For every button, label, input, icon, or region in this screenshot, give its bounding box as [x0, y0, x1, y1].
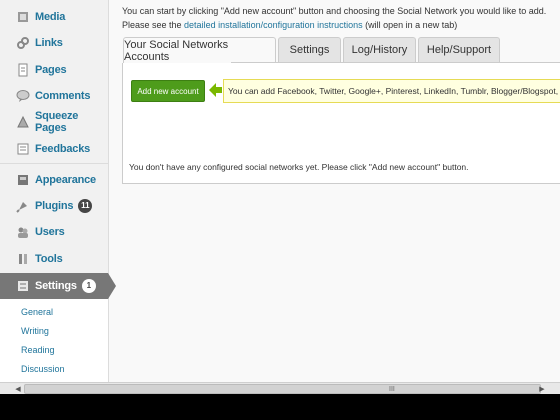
sidebar-item-label: Media	[35, 11, 66, 23]
sidebar-item-label: Users	[35, 226, 65, 238]
users-icon	[16, 225, 30, 239]
sidebar-item-label: Plugins	[35, 200, 74, 212]
media-icon	[16, 10, 30, 24]
instructions-link[interactable]: detailed installation/configuration inst…	[184, 20, 363, 30]
add-networks-hint: You can add Facebook, Twitter, Google+, …	[223, 79, 560, 103]
wp-admin-screen: Media Links Pages Comments Squeeze Pages…	[0, 0, 560, 382]
sidebar-item-pages[interactable]: Pages	[0, 57, 108, 83]
accounts-panel: Add new account You can add Facebook, Tw…	[122, 63, 560, 184]
sidebar-item-media[interactable]: Media	[0, 4, 108, 30]
tab-settings[interactable]: Settings	[278, 37, 341, 62]
scroll-right-icon[interactable]: ▶	[536, 383, 548, 394]
sidebar-item-label: Pages	[35, 64, 67, 76]
sidebar-item-links[interactable]: Links	[0, 30, 108, 56]
add-new-account-button[interactable]: Add new account	[131, 80, 205, 102]
settings-submenu: General Writing Reading Discussion	[0, 299, 108, 382]
tab-accounts[interactable]: Your Social Networks Accounts	[123, 37, 276, 63]
empty-state-message: You don't have any configured social net…	[129, 162, 469, 172]
squeeze-pages-icon	[16, 115, 30, 129]
pages-icon	[16, 63, 30, 77]
intro-line-2: Please see the detailed installation/con…	[122, 20, 457, 30]
scrollbar-grip: III	[389, 386, 395, 393]
sidebar-item-label: Comments	[35, 90, 91, 102]
settings-badge: 1	[81, 279, 96, 293]
sidebar-item-tools[interactable]: Tools	[0, 246, 108, 272]
sidebar-item-label: Links	[35, 37, 63, 49]
submenu-item-writing[interactable]: Writing	[21, 326, 49, 336]
arrow-left-icon	[209, 83, 222, 97]
admin-sidebar: Media Links Pages Comments Squeeze Pages…	[0, 0, 109, 382]
appearance-icon	[16, 173, 30, 187]
tab-log-history[interactable]: Log/History	[343, 37, 416, 62]
sidebar-item-label: Tools	[35, 253, 63, 265]
letterbox-bar	[0, 394, 560, 420]
main-content: You can start by clicking "Add new accou…	[109, 0, 560, 382]
sidebar-item-users[interactable]: Users	[0, 219, 108, 245]
sidebar-item-appearance[interactable]: Appearance	[0, 167, 108, 193]
sidebar-item-plugins[interactable]: Plugins 11	[0, 193, 108, 219]
sidebar-item-feedbacks[interactable]: Feedbacks	[0, 136, 108, 162]
scroll-left-icon[interactable]: ◀	[12, 383, 24, 394]
sidebar-item-label: Feedbacks	[35, 143, 91, 155]
tools-icon	[16, 252, 30, 266]
intro-prefix: Please see the	[122, 20, 185, 30]
horizontal-scrollbar[interactable]: ◀ III ▶	[0, 382, 560, 394]
plugins-update-badge: 11	[78, 199, 93, 213]
submenu-item-general[interactable]: General	[21, 307, 53, 317]
comments-icon	[16, 89, 30, 103]
plugins-icon	[16, 199, 30, 213]
feedbacks-icon	[16, 142, 30, 156]
menu-separator	[0, 163, 108, 164]
intro-suffix: (will open in a new tab)	[362, 20, 458, 30]
sidebar-item-label: Squeeze Pages	[35, 110, 79, 134]
links-icon	[16, 36, 30, 50]
sidebar-item-settings[interactable]: Settings 1	[0, 273, 108, 299]
settings-icon	[16, 279, 30, 293]
submenu-item-reading[interactable]: Reading	[21, 345, 55, 355]
intro-line-1: You can start by clicking "Add new accou…	[122, 6, 547, 16]
sidebar-item-label: Settings	[35, 280, 77, 292]
sidebar-item-comments[interactable]: Comments	[0, 83, 108, 109]
sidebar-item-label: Appearance	[35, 174, 96, 186]
scrollbar-thumb[interactable]: III	[24, 384, 541, 394]
tab-help-support[interactable]: Help/Support	[418, 37, 500, 62]
sidebar-item-squeeze-pages[interactable]: Squeeze Pages	[0, 109, 108, 135]
submenu-item-discussion[interactable]: Discussion	[21, 364, 65, 374]
